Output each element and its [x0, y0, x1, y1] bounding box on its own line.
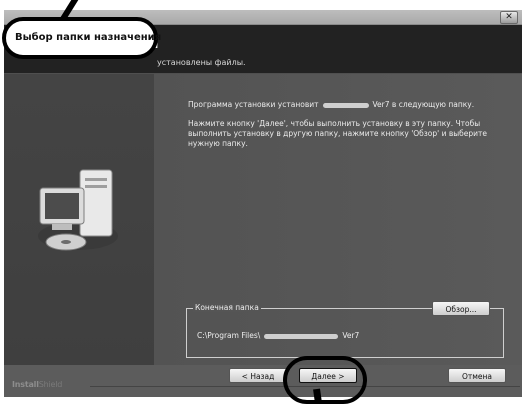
folder-path: C:\Program Files\ Ver7 [197, 331, 359, 340]
browse-button[interactable]: Обзор... [432, 301, 490, 316]
install-suffix: Ver7 в следующую папку. [372, 100, 475, 109]
redacted-product-name [322, 102, 369, 108]
instructions-text: Нажмите кнопку 'Далее', чтобы выполнить … [188, 119, 488, 148]
header-description: установлены файлы. [157, 58, 246, 67]
back-button[interactable]: < Назад [229, 368, 287, 383]
brand-bold: Install [12, 380, 39, 389]
installshield-logo: InstallShield [12, 380, 62, 389]
install-target-text: Программа установки установит Ver7 в след… [188, 100, 498, 109]
brand-light: Shield [38, 380, 63, 389]
path-suffix: Ver7 [342, 331, 360, 340]
close-button[interactable]: ✕ [500, 11, 518, 24]
path-prefix: C:\Program Files\ [197, 331, 261, 340]
computer-cd-icon [38, 169, 118, 251]
page-title: Выбор папки назначения [15, 32, 162, 43]
content-area: Программа установки установит Ver7 в след… [4, 74, 522, 365]
cancel-button[interactable]: Отмена [448, 368, 506, 383]
install-prefix: Программа установки установит [188, 100, 319, 109]
title-callout: Выбор папки назначения [2, 17, 162, 59]
redacted-path-name [264, 333, 339, 339]
folder-legend: Конечная папка [193, 303, 261, 312]
installer-window: ✕ Выбор папки назначения установлены фай… [4, 10, 522, 397]
left-banner [4, 74, 154, 365]
